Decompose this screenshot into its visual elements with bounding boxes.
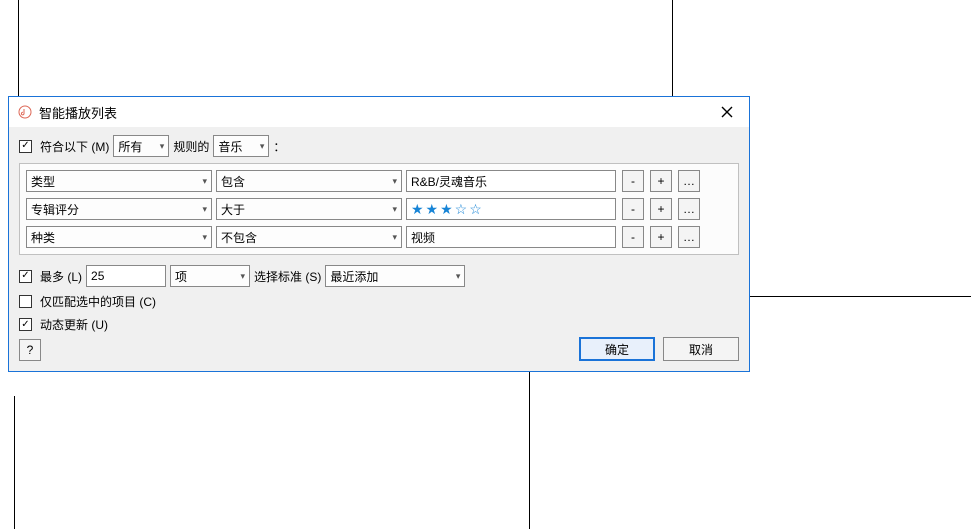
add-rule-button[interactable]: +: [650, 226, 672, 248]
add-rule-button[interactable]: +: [650, 170, 672, 192]
chevron-down-icon: ▾: [392, 232, 397, 243]
more-rule-button[interactable]: …: [678, 226, 700, 248]
rule-op-select[interactable]: 大于 ▾: [216, 198, 402, 220]
checked-only-row: 仅匹配选中的项目 (C): [19, 293, 739, 310]
rule-op-value: 包含: [221, 173, 388, 190]
rule-field-select[interactable]: 专辑评分 ▾: [26, 198, 212, 220]
chevron-down-icon: ▾: [202, 232, 207, 243]
limit-unit-select[interactable]: 项 ▾: [170, 265, 250, 287]
live-update-row: 动态更新 (U): [19, 316, 108, 333]
limit-row: 最多 (L) 25 项 ▾ 选择标准 (S) 最近添加 ▾: [19, 265, 739, 287]
limit-checkbox[interactable]: [19, 270, 32, 283]
plus-icon: +: [657, 230, 664, 244]
ok-button-label: 确定: [605, 341, 629, 358]
limit-criteria-value: 最近添加: [330, 268, 451, 285]
more-rule-button[interactable]: …: [678, 198, 700, 220]
rule-field-value: 专辑评分: [31, 201, 198, 218]
rule-field-value: 类型: [31, 173, 198, 190]
limit-value-text: 25: [91, 269, 104, 283]
match-scope-select[interactable]: 所有 ▾: [113, 135, 169, 157]
ok-button[interactable]: 确定: [579, 337, 655, 361]
checked-only-label: 仅匹配选中的项目 (C): [40, 293, 156, 310]
chevron-down-icon: ▾: [260, 141, 265, 152]
ellipsis-icon: …: [683, 174, 695, 188]
plus-icon: +: [657, 202, 664, 216]
chevron-down-icon: ▾: [240, 271, 245, 282]
chevron-down-icon: ▾: [160, 141, 165, 152]
match-suffix: ：: [273, 138, 285, 155]
match-domain-select[interactable]: 音乐 ▾: [213, 135, 269, 157]
rule-op-select[interactable]: 不包含 ▾: [216, 226, 402, 248]
rule-value-text: 视频: [411, 229, 435, 246]
remove-rule-button[interactable]: -: [622, 198, 644, 220]
live-update-label: 动态更新 (U): [40, 316, 108, 333]
minus-icon: -: [631, 230, 635, 244]
limit-label: 最多 (L): [40, 268, 82, 285]
rating-stars: ★★★☆☆: [411, 201, 484, 218]
chevron-down-icon: ▾: [392, 176, 397, 187]
rules-label: 规则的: [173, 138, 209, 155]
checked-only-checkbox[interactable]: [19, 295, 32, 308]
limit-value-input[interactable]: 25: [86, 265, 166, 287]
limit-select-label: 选择标准 (S): [254, 268, 321, 285]
cancel-button[interactable]: 取消: [663, 337, 739, 361]
chevron-down-icon: ▾: [202, 204, 207, 215]
chevron-down-icon: ▾: [392, 204, 397, 215]
rule-field-select[interactable]: 类型 ▾: [26, 170, 212, 192]
minus-icon: -: [631, 202, 635, 216]
match-domain-value: 音乐: [218, 138, 255, 155]
footer-row: 动态更新 (U) ? 确定 取消: [19, 316, 739, 361]
rule-value-rating[interactable]: ★★★☆☆: [406, 198, 616, 220]
match-row: 符合以下 (M) 所有 ▾ 规则的 音乐 ▾ ：: [19, 135, 739, 157]
minus-icon: -: [631, 174, 635, 188]
chevron-down-icon: ▾: [202, 176, 207, 187]
more-rule-button[interactable]: …: [678, 170, 700, 192]
dialog-title: 智能播放列表: [39, 103, 713, 122]
cancel-button-label: 取消: [689, 341, 713, 358]
chevron-down-icon: ▾: [456, 271, 461, 282]
ellipsis-icon: …: [683, 202, 695, 216]
smart-playlist-dialog: 智能播放列表 符合以下 (M) 所有 ▾ 规则的 音乐 ▾ ： 类型: [8, 96, 750, 372]
rule-value-input[interactable]: R&B/灵魂音乐: [406, 170, 616, 192]
rule-row: 类型 ▾ 包含 ▾ R&B/灵魂音乐 - + …: [26, 170, 732, 192]
rule-row: 种类 ▾ 不包含 ▾ 视频 - + …: [26, 226, 732, 248]
rule-row: 专辑评分 ▾ 大于 ▾ ★★★☆☆ - + …: [26, 198, 732, 220]
remove-rule-button[interactable]: -: [622, 170, 644, 192]
live-update-checkbox[interactable]: [19, 318, 32, 331]
rule-field-value: 种类: [31, 229, 198, 246]
help-icon: ?: [27, 343, 34, 357]
rule-op-select[interactable]: 包含 ▾: [216, 170, 402, 192]
close-button[interactable]: [713, 102, 741, 122]
remove-rule-button[interactable]: -: [622, 226, 644, 248]
rule-op-value: 大于: [221, 201, 388, 218]
limit-unit-value: 项: [175, 268, 236, 285]
limit-criteria-select[interactable]: 最近添加 ▾: [325, 265, 465, 287]
rules-block: 类型 ▾ 包含 ▾ R&B/灵魂音乐 - + … 专辑评分 ▾: [19, 163, 739, 255]
callout-line: [18, 0, 19, 96]
match-label: 符合以下 (M): [40, 138, 109, 155]
titlebar: 智能播放列表: [9, 97, 749, 127]
match-checkbox[interactable]: [19, 140, 32, 153]
dialog-body: 符合以下 (M) 所有 ▾ 规则的 音乐 ▾ ： 类型 ▾ 包含 ▾: [9, 127, 749, 371]
rule-value-input[interactable]: 视频: [406, 226, 616, 248]
rule-field-select[interactable]: 种类 ▾: [26, 226, 212, 248]
callout-line: [14, 396, 15, 529]
add-rule-button[interactable]: +: [650, 198, 672, 220]
ellipsis-icon: …: [683, 230, 695, 244]
app-icon: [17, 104, 33, 120]
rule-op-value: 不包含: [221, 229, 388, 246]
match-scope-value: 所有: [118, 138, 155, 155]
plus-icon: +: [657, 174, 664, 188]
rule-value-text: R&B/灵魂音乐: [411, 173, 487, 190]
help-button[interactable]: ?: [19, 339, 41, 361]
